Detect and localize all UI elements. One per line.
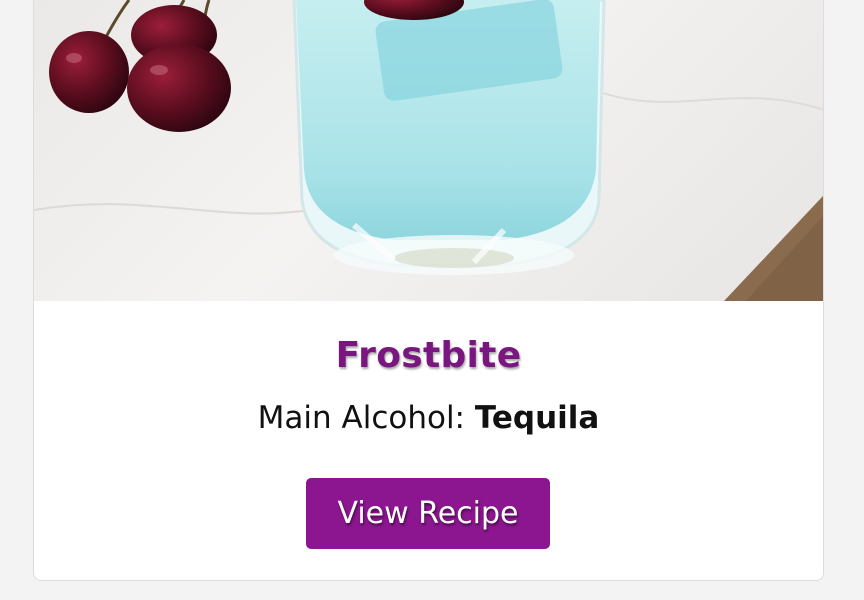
main-alcohol-label: Main Alcohol: — [257, 400, 475, 436]
view-recipe-button[interactable]: View Recipe — [306, 478, 550, 549]
cocktail-photo — [34, 0, 823, 301]
main-alcohol-value: Tequila — [474, 400, 600, 436]
recipe-title: Frostbite — [335, 335, 522, 376]
main-alcohol: Main Alcohol: Tequila — [34, 400, 823, 436]
recipe-card: Frostbite Main Alcohol: Tequila View Rec… — [33, 0, 824, 581]
